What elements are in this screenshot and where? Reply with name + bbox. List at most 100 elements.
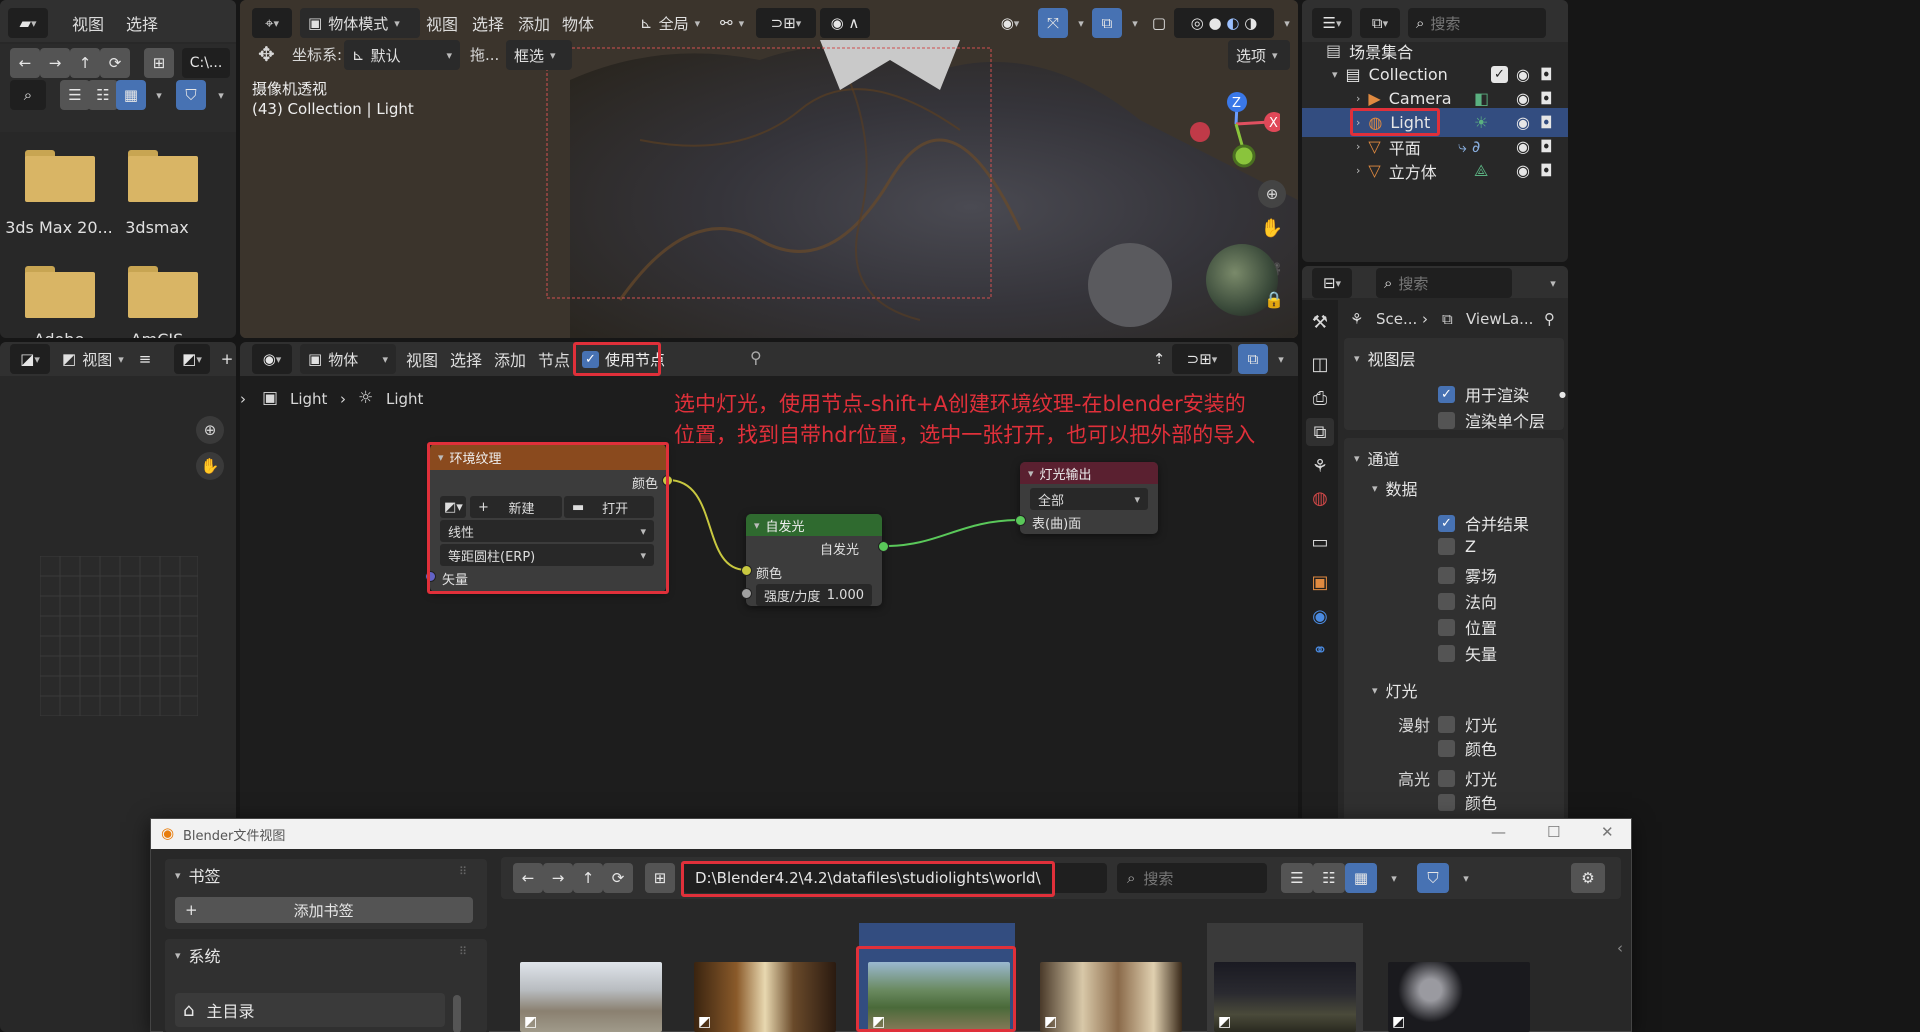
dialog-search-field[interactable]: ⌕ 搜索: [1117, 863, 1267, 893]
pass-checkbox[interactable]: [1438, 715, 1455, 733]
exclude-checkbox[interactable]: ✓: [1491, 66, 1508, 83]
pass-combined[interactable]: ✓ 合并结果: [1438, 511, 1529, 535]
pass-position[interactable]: 位置: [1438, 615, 1497, 639]
hand-pan-icon[interactable]: ✋: [1258, 214, 1286, 242]
eye-icon[interactable]: ◉: [1516, 161, 1530, 180]
drag-handle-icon[interactable]: ⠿: [459, 945, 467, 958]
constraints-tab-icon[interactable]: ⚭: [1306, 636, 1334, 664]
outliner-item-cube[interactable]: › ▽ 立方体 ⟁ ◉ ◘: [1302, 156, 1568, 185]
forward-button[interactable]: →: [543, 863, 573, 893]
camera-render-icon[interactable]: ◘: [1540, 161, 1553, 180]
list-vertical-button[interactable]: ☰: [1281, 863, 1313, 893]
hdri-thumbnail[interactable]: ◩: [1040, 962, 1182, 1032]
passes-header[interactable]: ▾ 通道: [1354, 446, 1400, 470]
refresh-button[interactable]: ⟳: [603, 863, 633, 893]
dialog-title-bar[interactable]: [151, 819, 1631, 849]
display-options-button[interactable]: ▾: [1379, 863, 1409, 893]
chevron-right-icon[interactable]: ›: [1356, 140, 1360, 153]
camera-render-icon[interactable]: ◘: [1540, 137, 1553, 156]
thumbnail-view-button[interactable]: ▦: [116, 80, 146, 110]
refresh-button[interactable]: ⟳: [100, 48, 130, 78]
specular-light[interactable]: 灯光: [1438, 766, 1497, 790]
pass-checkbox[interactable]: [1438, 566, 1455, 584]
minimize-icon[interactable]: —: [1491, 823, 1506, 841]
object-tab-icon[interactable]: ▣: [1306, 568, 1334, 596]
back-button[interactable]: ←: [10, 48, 40, 78]
pass-normal[interactable]: 法向: [1438, 589, 1497, 613]
render-tab-icon[interactable]: ◫: [1306, 350, 1334, 378]
camera-render-icon[interactable]: ◘: [1540, 113, 1553, 132]
pass-vector[interactable]: 矢量: [1438, 641, 1497, 665]
pass-checkbox[interactable]: [1438, 618, 1455, 636]
camera-render-icon[interactable]: ◘: [1540, 89, 1553, 108]
editor-type-button[interactable]: ⌖ ▾: [252, 8, 292, 38]
gizmo-toggle[interactable]: ⤧: [1038, 8, 1068, 38]
image-browse-button[interactable]: ◩ ▾: [174, 344, 210, 374]
properties-options[interactable]: ▾: [1538, 268, 1568, 298]
maximize-icon[interactable]: ☐: [1547, 823, 1560, 841]
emission-strength-field[interactable]: 强度/力度 1.000: [756, 584, 872, 606]
world-tab-icon[interactable]: ◍: [1306, 484, 1334, 512]
sidebar-scrollbar[interactable]: [453, 995, 461, 1032]
diffuse-color[interactable]: 颜色: [1438, 736, 1497, 760]
options-dropdown[interactable]: 选项 ▾: [1228, 40, 1290, 70]
eye-icon[interactable]: ◉: [1516, 65, 1530, 84]
emission-strength-socket[interactable]: [741, 588, 752, 599]
solid-icon[interactable]: ●: [1209, 14, 1222, 32]
camera-render-icon[interactable]: ◘: [1540, 65, 1553, 84]
hdri-thumbnail[interactable]: ◩: [1388, 962, 1530, 1032]
pass-checkbox[interactable]: [1438, 538, 1455, 555]
parent-dir-button[interactable]: ↑: [70, 48, 100, 78]
add-bookmark-button[interactable]: + 添加书签: [175, 897, 473, 923]
emission-color-socket[interactable]: [741, 565, 752, 576]
mode-select[interactable]: ▣ 物体模式 ▾: [300, 8, 420, 38]
shading-dropdown[interactable]: ▾: [1272, 8, 1298, 38]
bookmarks-header[interactable]: ▾ 书签: [175, 863, 221, 887]
zoom-icon[interactable]: ⊕: [196, 416, 224, 444]
eye-icon[interactable]: ◉: [1516, 113, 1530, 132]
tool-tab-icon[interactable]: ⚒: [1306, 308, 1334, 336]
parent-dir-button[interactable]: ↑: [573, 863, 603, 893]
outliner-search[interactable]: ⌕ 搜索: [1408, 8, 1546, 38]
drag-handle-icon[interactable]: ⠿: [459, 865, 467, 878]
system-header[interactable]: ▾ 系统: [175, 943, 221, 967]
visibility-dropdown[interactable]: ◉ ▾: [990, 8, 1030, 38]
pin-icon[interactable]: ⚲: [1544, 310, 1555, 328]
use-render-checkbox[interactable]: ✓: [1438, 385, 1455, 403]
folder-icon[interactable]: [128, 150, 198, 202]
folder-icon[interactable]: [25, 150, 95, 202]
eye-icon[interactable]: ◉: [1516, 89, 1530, 108]
hdri-thumbnail[interactable]: ◩: [1214, 962, 1356, 1032]
transform-orientation[interactable]: ⊾ 全局 ▾: [632, 8, 708, 38]
material-icon[interactable]: ◐: [1226, 14, 1239, 32]
menu-view[interactable]: 视图: [416, 8, 468, 38]
snap-toggle[interactable]: ⊃⊞ ▾: [756, 8, 816, 38]
pass-checkbox[interactable]: [1438, 739, 1455, 757]
physics-tab-icon[interactable]: ◉: [1306, 602, 1334, 630]
move-icon[interactable]: ✥: [258, 42, 275, 66]
output-target-select[interactable]: 全部 ▾: [1030, 488, 1148, 510]
search-button[interactable]: ⌕: [10, 80, 46, 110]
properties-search[interactable]: ⌕ 搜索: [1376, 268, 1512, 298]
folder-icon[interactable]: [128, 266, 198, 318]
menu-object[interactable]: 物体: [552, 8, 604, 38]
light-subheader[interactable]: ▾ 灯光: [1372, 678, 1418, 702]
emission-output-socket[interactable]: [878, 541, 889, 552]
rendered-icon[interactable]: ◑: [1244, 14, 1257, 32]
menu-view[interactable]: 视图: [62, 8, 114, 38]
view-layer-tab-icon[interactable]: ⧉: [1306, 418, 1334, 446]
render-single-row[interactable]: 渲染单个层: [1438, 408, 1545, 432]
thumbnail-view-button[interactable]: ▦: [1345, 863, 1377, 893]
filter-button[interactable]: ⛉: [1417, 863, 1449, 893]
hamburger-icon[interactable]: ≡: [130, 344, 160, 374]
pass-checkbox[interactable]: [1438, 793, 1455, 811]
eye-icon[interactable]: ◉: [1516, 137, 1530, 156]
view-layer-header[interactable]: ▾ 视图层: [1354, 346, 1416, 370]
list-horizontal-button[interactable]: ☷: [1313, 863, 1345, 893]
scene-tab-icon[interactable]: ⚘: [1306, 452, 1334, 480]
navigation-gizmo[interactable]: Z X: [1180, 86, 1280, 176]
filter-options-button[interactable]: ▾: [1451, 863, 1481, 893]
xray-toggle[interactable]: ▢: [1144, 8, 1174, 38]
pass-checkbox[interactable]: [1438, 592, 1455, 610]
filter-options-button[interactable]: ▾: [206, 80, 236, 110]
